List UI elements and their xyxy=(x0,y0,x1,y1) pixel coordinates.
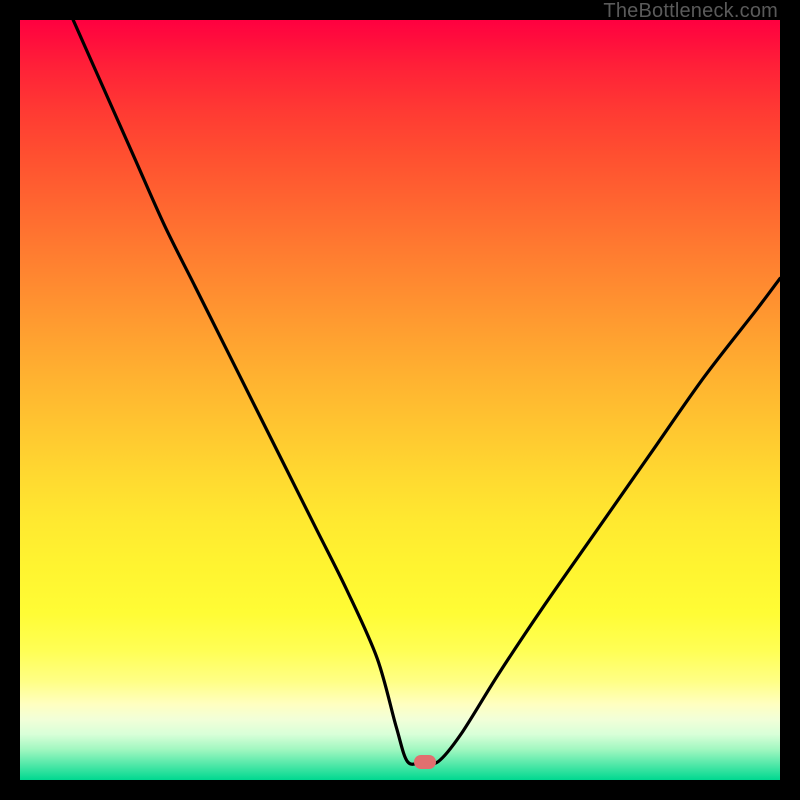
plot-area xyxy=(20,20,780,780)
bottleneck-curve xyxy=(20,20,780,780)
watermark-text: TheBottleneck.com xyxy=(603,0,778,23)
optimum-marker xyxy=(414,755,436,769)
curve-path xyxy=(73,20,780,764)
chart-frame: TheBottleneck.com xyxy=(0,0,800,800)
